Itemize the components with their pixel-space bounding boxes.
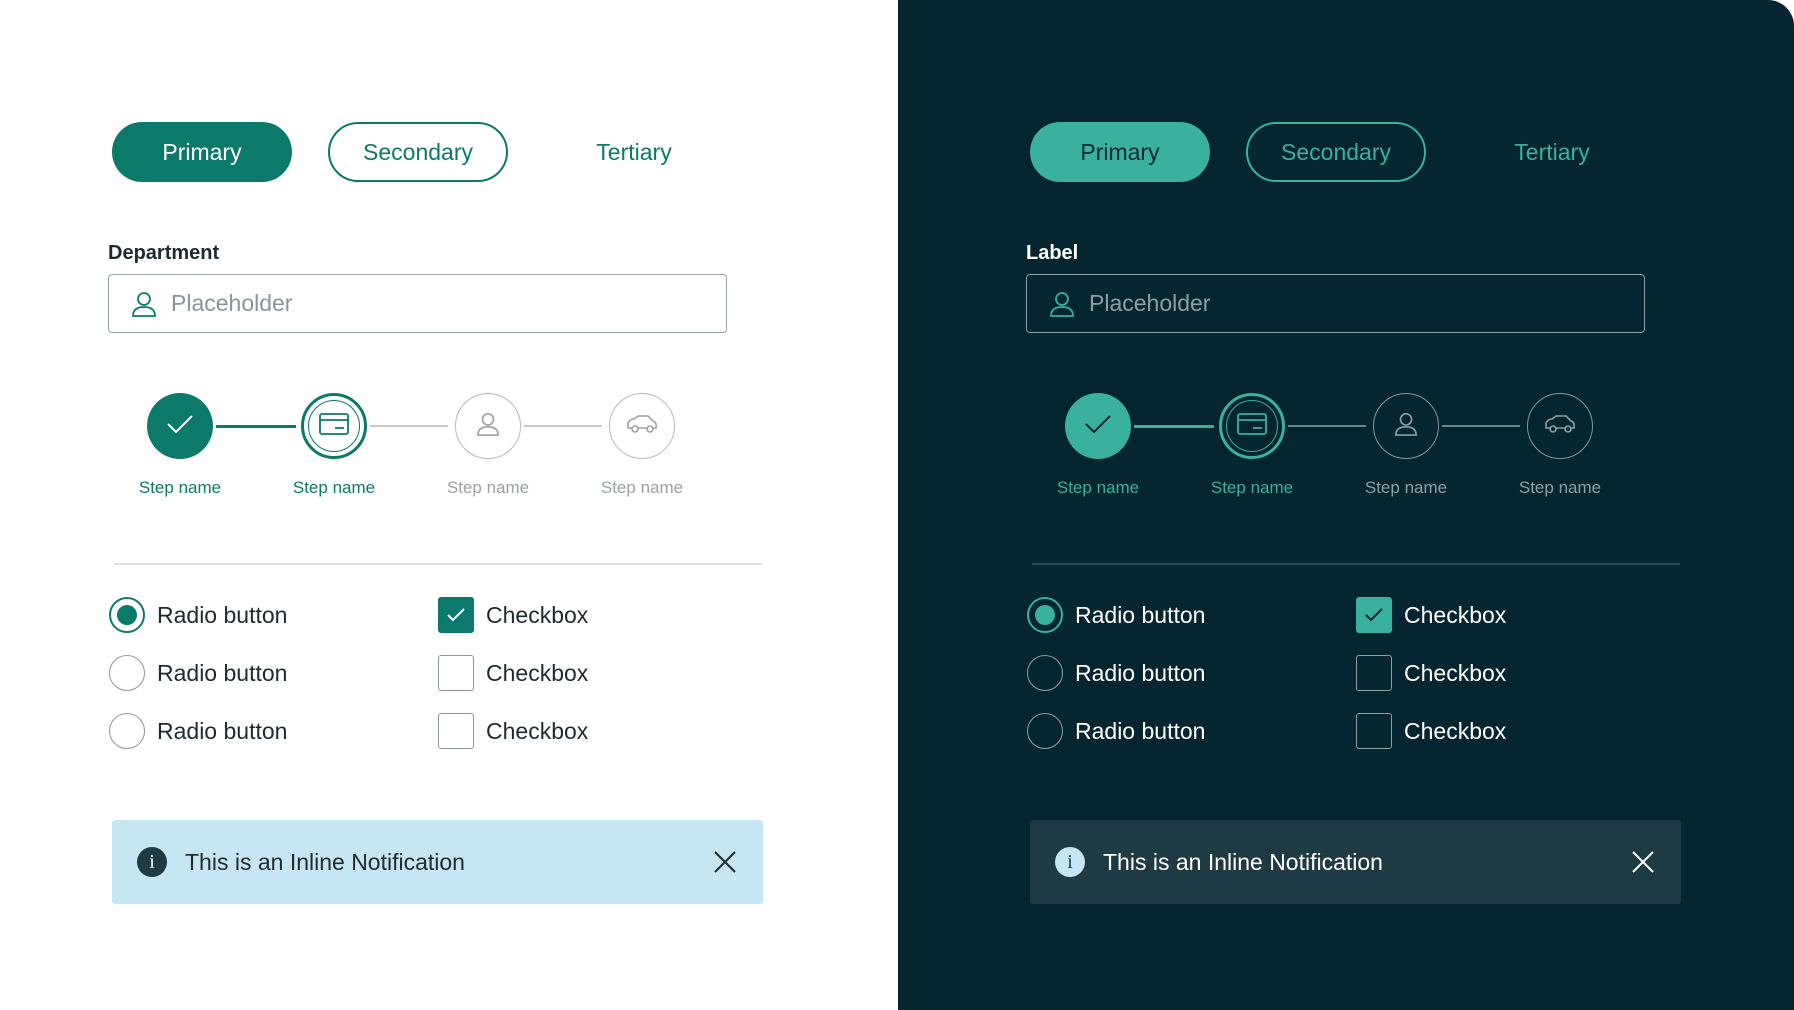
step-1-label: Step name	[1056, 478, 1140, 497]
checkbox-option[interactable]: Checkbox	[438, 655, 588, 691]
field-label: Department	[108, 242, 220, 264]
car-icon	[1544, 414, 1576, 439]
notification-text: This is an Inline Notification	[185, 848, 465, 875]
notification-text: This is an Inline Notification	[1103, 848, 1383, 875]
label-field[interactable]	[1026, 274, 1645, 333]
checkbox-label: Checkbox	[486, 659, 589, 686]
step-4[interactable]	[609, 393, 675, 459]
step-4-label: Step name	[1518, 478, 1602, 497]
checkbox-option[interactable]: Checkbox	[438, 713, 588, 749]
radio-button[interactable]	[109, 655, 145, 691]
checkbox-label: Checkbox	[1404, 601, 1507, 628]
checkbox-label: Checkbox	[1404, 717, 1507, 744]
info-icon: i	[137, 847, 167, 877]
radio-label: Radio button	[1075, 659, 1206, 686]
checkmark-icon	[1365, 608, 1383, 622]
radio-label: Radio button	[157, 717, 288, 744]
checkbox[interactable]	[438, 713, 474, 749]
radio-label: Radio button	[157, 601, 288, 628]
radio-option[interactable]: Radio button	[1027, 713, 1205, 749]
radio-option[interactable]: Radio button	[109, 655, 287, 691]
radio-button[interactable]	[109, 713, 145, 749]
step-1[interactable]	[147, 393, 213, 459]
user-icon	[1049, 290, 1075, 318]
checkbox[interactable]	[438, 655, 474, 691]
light-theme-panel: Primary Secondary Tertiary Department Pl…	[0, 0, 898, 1010]
close-icon[interactable]	[713, 850, 737, 874]
step-2-label: Step name	[1210, 478, 1294, 497]
checkbox[interactable]	[1356, 713, 1392, 749]
user-icon	[476, 411, 500, 442]
department-input[interactable]	[171, 290, 691, 317]
radio-option[interactable]: Radio button	[109, 597, 287, 633]
checkmark-icon	[165, 412, 195, 441]
checkbox-option[interactable]: Checkbox	[438, 597, 588, 633]
radio-button[interactable]	[109, 597, 145, 633]
car-icon	[626, 414, 658, 439]
step-3[interactable]	[1373, 393, 1439, 459]
step-connector	[216, 425, 296, 428]
radio-label: Radio button	[157, 659, 288, 686]
tertiary-button[interactable]: Tertiary	[1462, 122, 1642, 182]
checkbox[interactable]	[1356, 597, 1392, 633]
radio-button[interactable]	[1027, 597, 1063, 633]
close-icon[interactable]	[1631, 850, 1655, 874]
inline-notification: i This is an Inline Notification	[1030, 820, 1681, 904]
checkbox-label: Checkbox	[486, 601, 589, 628]
light-content: Primary Secondary Tertiary Department Pl…	[107, 0, 787, 1010]
primary-button[interactable]: Primary	[1030, 122, 1210, 182]
radio-button[interactable]	[1027, 713, 1063, 749]
step-connector	[524, 425, 602, 427]
step-connector	[370, 425, 448, 427]
step-2-label: Step name	[292, 478, 376, 497]
secondary-button[interactable]: Secondary	[328, 122, 508, 182]
step-connector	[1288, 425, 1366, 427]
step-2[interactable]	[1219, 393, 1285, 459]
radio-button[interactable]	[1027, 655, 1063, 691]
checkbox[interactable]	[1356, 655, 1392, 691]
checkbox-label: Checkbox	[1404, 659, 1507, 686]
tertiary-button[interactable]: Tertiary	[544, 122, 724, 182]
step-connector	[1442, 425, 1520, 427]
department-field[interactable]	[108, 274, 727, 333]
dark-content: Primary Secondary Tertiary Label Placeho…	[1025, 0, 1705, 1010]
step-1[interactable]	[1065, 393, 1131, 459]
divider	[114, 563, 762, 565]
inline-notification: i This is an Inline Notification	[112, 820, 763, 904]
step-3-label: Step name	[446, 478, 530, 497]
step-3-label: Step name	[1364, 478, 1448, 497]
step-1-label: Step name	[138, 478, 222, 497]
radio-label: Radio button	[1075, 717, 1206, 744]
user-icon	[1394, 411, 1418, 442]
checkbox-option[interactable]: Checkbox	[1356, 655, 1506, 691]
divider	[1032, 563, 1680, 565]
checkbox-option[interactable]: Checkbox	[1356, 713, 1506, 749]
credit-card-icon	[1237, 412, 1267, 440]
checkmark-icon	[1083, 412, 1113, 441]
step-connector	[1134, 425, 1214, 428]
field-label: Label	[1026, 242, 1079, 264]
radio-option[interactable]: Radio button	[109, 713, 287, 749]
label-input[interactable]	[1089, 290, 1609, 317]
credit-card-icon	[319, 412, 349, 440]
step-2[interactable]	[301, 393, 367, 459]
step-4-label: Step name	[600, 478, 684, 497]
step-3[interactable]	[455, 393, 521, 459]
step-4[interactable]	[1527, 393, 1593, 459]
radio-option[interactable]: Radio button	[1027, 655, 1205, 691]
checkbox-label: Checkbox	[486, 717, 589, 744]
user-icon	[131, 290, 157, 318]
checkmark-icon	[447, 608, 465, 622]
radio-label: Radio button	[1075, 601, 1206, 628]
dark-theme-panel: Primary Secondary Tertiary Label Placeho…	[898, 0, 1794, 1010]
checkbox-option[interactable]: Checkbox	[1356, 597, 1506, 633]
info-icon: i	[1055, 847, 1085, 877]
checkbox[interactable]	[438, 597, 474, 633]
secondary-button[interactable]: Secondary	[1246, 122, 1426, 182]
radio-option[interactable]: Radio button	[1027, 597, 1205, 633]
primary-button[interactable]: Primary	[112, 122, 292, 182]
